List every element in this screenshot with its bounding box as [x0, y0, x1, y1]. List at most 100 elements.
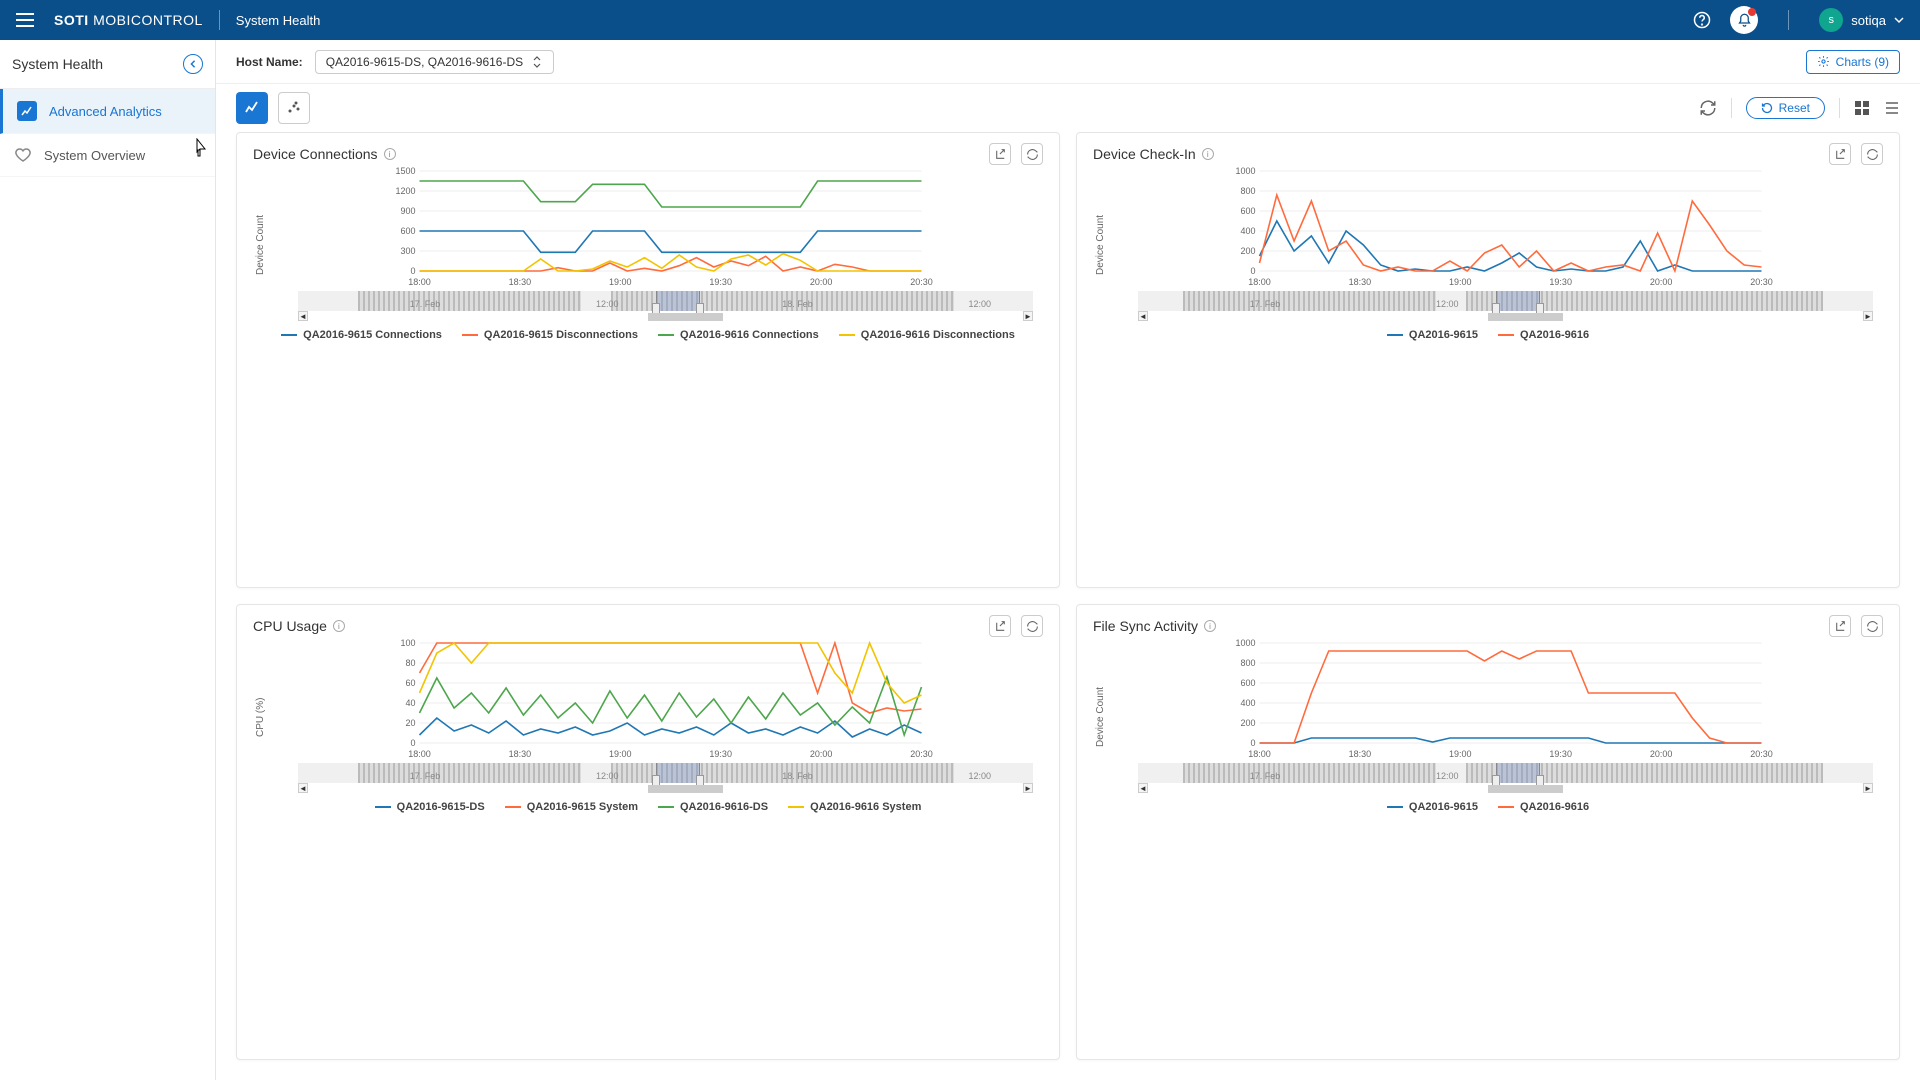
help-icon[interactable]: [1688, 6, 1716, 34]
host-selector[interactable]: QA2016-9615-DS, QA2016-9616-DS: [315, 50, 554, 74]
chart-legend: QA2016-9615 Connections QA2016-9615 Disc…: [253, 323, 1043, 349]
svg-text:1200: 1200: [395, 186, 415, 196]
reset-icon: [1761, 102, 1773, 114]
list-view-icon[interactable]: [1884, 100, 1900, 116]
hamburger-menu-icon[interactable]: [16, 13, 34, 27]
svg-text:400: 400: [1240, 698, 1255, 708]
user-name: sotiqa: [1851, 13, 1886, 28]
topbar: SOTI MOBICONTROL System Health s sotiqa: [0, 0, 1920, 40]
svg-text:0: 0: [1250, 738, 1255, 748]
chart-plot[interactable]: 02040608010018:0018:3019:0019:3020:0020:…: [268, 639, 1043, 795]
svg-text:19:00: 19:00: [1449, 277, 1472, 287]
chart-legend: QA2016-9615-DS QA2016-9615 System QA2016…: [253, 795, 1043, 821]
sidebar-item-system-overview[interactable]: System Overview: [0, 134, 215, 177]
heart-pulse-icon: [14, 146, 32, 164]
legend-item[interactable]: QA2016-9615: [1387, 329, 1478, 341]
svg-text:18:00: 18:00: [1248, 277, 1271, 287]
filter-bar: Host Name: QA2016-9615-DS, QA2016-9616-D…: [216, 40, 1920, 84]
export-icon[interactable]: [1829, 615, 1851, 637]
svg-text:600: 600: [1240, 206, 1255, 216]
notification-dot: [1748, 8, 1756, 16]
y-axis-label: Device Count: [253, 167, 268, 323]
legend-item[interactable]: QA2016-9615: [1387, 801, 1478, 813]
svg-text:19:30: 19:30: [1549, 749, 1572, 759]
sidebar-item-advanced-analytics[interactable]: Advanced Analytics: [0, 89, 215, 134]
collapse-sidebar-icon[interactable]: [183, 54, 203, 74]
legend-item[interactable]: QA2016-9615-DS: [375, 801, 485, 813]
info-icon[interactable]: i: [333, 620, 345, 632]
svg-text:800: 800: [1240, 186, 1255, 196]
svg-text:20: 20: [405, 718, 415, 728]
svg-text:80: 80: [405, 658, 415, 668]
refresh-chart-icon[interactable]: [1861, 143, 1883, 165]
legend-item[interactable]: QA2016-9616-DS: [658, 801, 768, 813]
svg-text:18:00: 18:00: [408, 277, 431, 287]
info-icon[interactable]: i: [384, 148, 396, 160]
chart-plot[interactable]: 0200400600800100018:0018:3019:0019:3020:…: [1108, 639, 1883, 795]
chart-navigator[interactable]: 17. Feb12:00◄ ►: [1138, 291, 1883, 321]
gear-icon: [1817, 55, 1830, 68]
info-icon[interactable]: i: [1204, 620, 1216, 632]
legend-item[interactable]: QA2016-9616: [1498, 801, 1589, 813]
chart-grid: Device Connections i Device Count 030060…: [216, 132, 1920, 1080]
line-view-toggle[interactable]: [236, 92, 268, 124]
export-icon[interactable]: [1829, 143, 1851, 165]
svg-text:800: 800: [1240, 658, 1255, 668]
svg-text:100: 100: [400, 639, 415, 648]
sidebar-item-label: System Overview: [44, 148, 145, 163]
info-icon[interactable]: i: [1202, 148, 1214, 160]
chart-navigator[interactable]: 17. Feb12:0018. Feb12:00◄ ►: [298, 763, 1043, 793]
svg-text:400: 400: [1240, 226, 1255, 236]
chart-navigator[interactable]: 17. Feb12:00◄ ►: [1138, 763, 1883, 793]
svg-text:18:00: 18:00: [408, 749, 431, 759]
chart-card: Device Check-In i Device Count 020040060…: [1076, 132, 1900, 588]
svg-text:900: 900: [400, 206, 415, 216]
refresh-chart-icon[interactable]: [1861, 615, 1883, 637]
reset-button[interactable]: Reset: [1746, 97, 1825, 119]
svg-text:18:30: 18:30: [509, 277, 532, 287]
export-icon[interactable]: [989, 615, 1011, 637]
separator: [1731, 98, 1732, 118]
brand-logo: SOTI MOBICONTROL: [54, 12, 203, 28]
svg-text:200: 200: [1240, 718, 1255, 728]
y-axis-label: Device Count: [1093, 639, 1108, 795]
svg-text:20:00: 20:00: [810, 277, 833, 287]
export-icon[interactable]: [989, 143, 1011, 165]
legend-item[interactable]: QA2016-9615 Disconnections: [462, 329, 638, 341]
svg-text:20:00: 20:00: [810, 749, 833, 759]
legend-item[interactable]: QA2016-9616 Connections: [658, 329, 819, 341]
notifications-icon[interactable]: [1730, 6, 1758, 34]
legend-item[interactable]: QA2016-9615 System: [505, 801, 638, 813]
legend-item[interactable]: QA2016-9616 Disconnections: [839, 329, 1015, 341]
charts-button[interactable]: Charts (9): [1806, 50, 1900, 74]
chart-navigator[interactable]: 17. Feb12:0018. Feb12:00◄ ►: [298, 291, 1043, 321]
sidebar-item-label: Advanced Analytics: [49, 104, 162, 119]
chart-plot[interactable]: 03006009001200150018:0018:3019:0019:3020…: [268, 167, 1043, 323]
refresh-chart-icon[interactable]: [1021, 143, 1043, 165]
grid-view-icon[interactable]: [1854, 100, 1870, 116]
y-axis-label: Device Count: [1093, 167, 1108, 323]
divider: [1788, 10, 1789, 30]
svg-text:20:30: 20:30: [1750, 277, 1773, 287]
svg-text:20:30: 20:30: [910, 277, 933, 287]
svg-text:1000: 1000: [1235, 167, 1255, 176]
svg-text:20:00: 20:00: [1650, 277, 1673, 287]
chevron-down-icon: [1894, 15, 1904, 25]
chart-title: Device Check-In: [1093, 146, 1196, 162]
svg-text:18:30: 18:30: [509, 749, 532, 759]
legend-item[interactable]: QA2016-9616: [1498, 329, 1589, 341]
refresh-chart-icon[interactable]: [1021, 615, 1043, 637]
scatter-view-toggle[interactable]: [278, 92, 310, 124]
svg-text:20:00: 20:00: [1650, 749, 1673, 759]
avatar: s: [1819, 8, 1843, 32]
refresh-icon[interactable]: [1699, 99, 1717, 117]
sidebar: System Health Advanced Analytics System …: [0, 40, 216, 1080]
chart-plot[interactable]: 0200400600800100018:0018:3019:0019:3020:…: [1108, 167, 1883, 323]
legend-item[interactable]: QA2016-9615 Connections: [281, 329, 442, 341]
sort-icon: [531, 56, 543, 68]
svg-text:18:00: 18:00: [1248, 749, 1271, 759]
svg-text:19:00: 19:00: [609, 749, 632, 759]
legend-item[interactable]: QA2016-9616 System: [788, 801, 921, 813]
chart-legend: QA2016-9615 QA2016-9616: [1093, 795, 1883, 821]
user-menu[interactable]: s sotiqa: [1819, 8, 1904, 32]
